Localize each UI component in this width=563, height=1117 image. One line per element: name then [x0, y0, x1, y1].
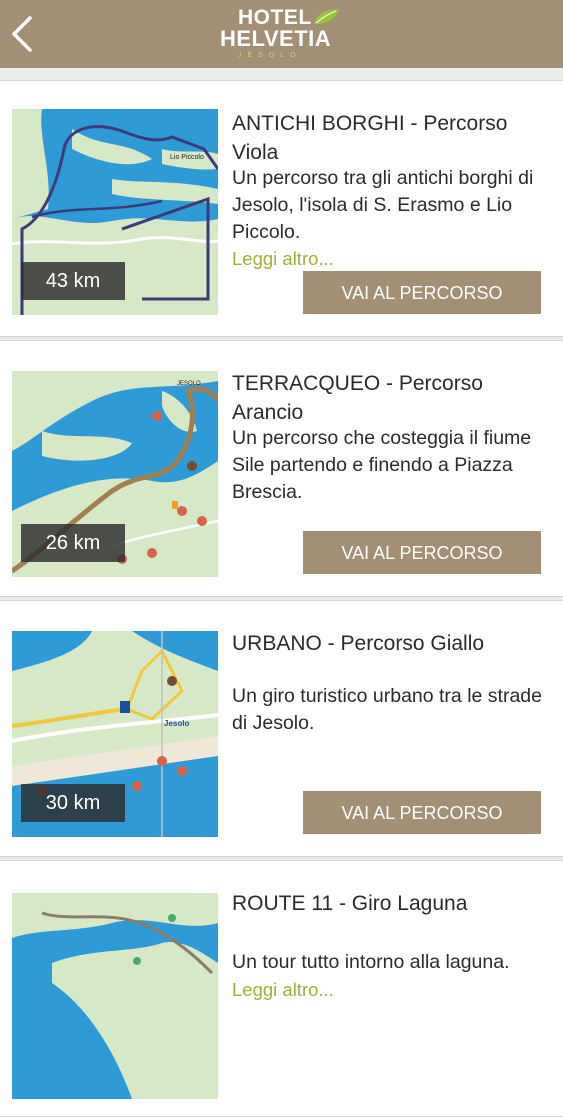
- route-map-thumbnail[interactable]: Lio Piccolo 43 km: [12, 109, 218, 315]
- route-description: Un percorso tra gli antichi borghi di Je…: [232, 167, 534, 243]
- route-card[interactable]: JESOLO 26 km TERRACQUEO - Percorso Aranc…: [0, 340, 563, 597]
- route-card[interactable]: Jesolo 30 km URBANO - Percorso Giallo Un…: [0, 600, 563, 857]
- map-place-label: JESOLO: [177, 381, 201, 387]
- read-more-link[interactable]: Leggi altro...: [232, 979, 334, 1001]
- chevron-left-icon: [12, 16, 32, 52]
- route-title: TERRACQUEO - Percorso Arancio: [232, 372, 483, 424]
- route-map-thumbnail[interactable]: [12, 893, 218, 1099]
- leaf-icon: [314, 9, 339, 25]
- route-map-thumbnail[interactable]: JESOLO 26 km: [12, 371, 218, 577]
- route-description: Un percorso che costeggia il fiume Sile …: [232, 427, 532, 503]
- route-description: Un tour tutto intorno alla laguna.: [232, 951, 510, 973]
- route-title: ROUTE 11 - Giro Laguna: [232, 892, 468, 915]
- route-description: Un giro turistico urbano tra le strade d…: [232, 685, 542, 734]
- hotel-logo: HOTEL HELVETIA JESOLO: [220, 6, 344, 66]
- read-more-link[interactable]: Leggi altro...: [232, 248, 334, 270]
- map-image: [12, 893, 218, 1099]
- go-to-route-button[interactable]: VAI AL PERCORSO: [303, 271, 541, 314]
- map-place-label: Lio Piccolo: [170, 154, 204, 161]
- distance-badge: 26 km: [21, 524, 125, 562]
- route-card[interactable]: ROUTE 11 - Giro Laguna Un tour tutto int…: [0, 860, 563, 1117]
- back-button[interactable]: [6, 12, 40, 56]
- route-card[interactable]: Lio Piccolo 43 km ANTICHI BORGHI - Perco…: [0, 80, 563, 337]
- go-to-route-button[interactable]: VAI AL PERCORSO: [303, 791, 541, 834]
- distance-badge: 30 km: [21, 784, 125, 822]
- logo-sub: JESOLO: [238, 52, 302, 59]
- app-header: HOTEL HELVETIA JESOLO: [0, 0, 563, 68]
- logo-line2: HELVETIA: [220, 26, 332, 51]
- distance-badge: 43 km: [21, 262, 125, 300]
- map-place-label: Jesolo: [164, 719, 189, 728]
- route-title: ANTICHI BORGHI - Percorso Viola: [232, 112, 508, 164]
- route-title: URBANO - Percorso Giallo: [232, 632, 485, 655]
- go-to-route-button[interactable]: VAI AL PERCORSO: [303, 531, 541, 574]
- route-map-thumbnail[interactable]: Jesolo 30 km: [12, 631, 218, 837]
